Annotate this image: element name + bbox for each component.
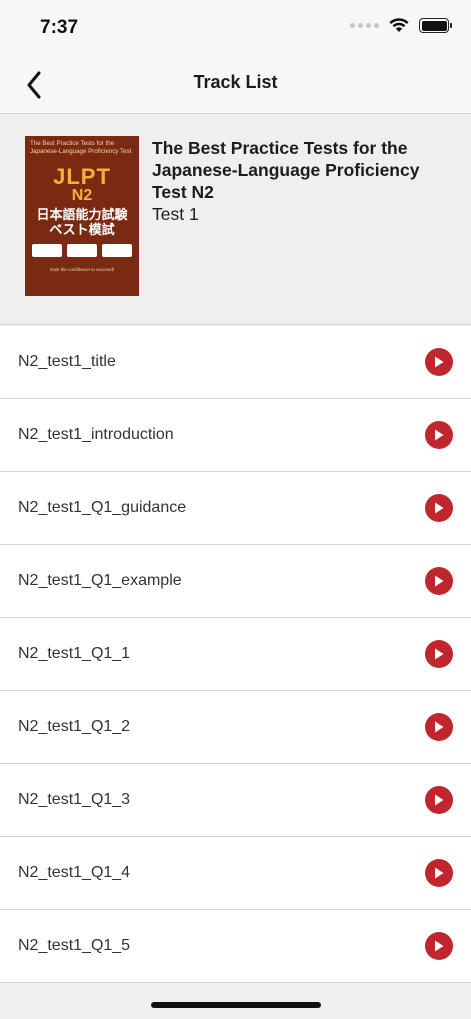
track-name: N2_test1_title bbox=[18, 353, 116, 370]
play-button[interactable] bbox=[425, 348, 453, 376]
play-button[interactable] bbox=[425, 567, 453, 595]
wifi-icon bbox=[389, 18, 409, 32]
book-title: The Best Practice Tests for the Japanese… bbox=[152, 138, 420, 202]
play-icon bbox=[435, 429, 444, 441]
play-button[interactable] bbox=[425, 859, 453, 887]
battery-icon bbox=[419, 18, 452, 33]
cover-level-text: N2 bbox=[71, 187, 93, 204]
status-icons bbox=[350, 18, 452, 33]
track-name: N2_test1_Q1_4 bbox=[18, 864, 131, 881]
play-button[interactable] bbox=[425, 786, 453, 814]
play-icon bbox=[435, 794, 444, 806]
play-icon bbox=[435, 940, 444, 952]
play-icon bbox=[435, 356, 444, 368]
signal-icon bbox=[350, 23, 379, 28]
track-name: N2_test1_Q1_5 bbox=[18, 937, 131, 954]
navigation-bar: Track List bbox=[0, 56, 471, 114]
home-indicator[interactable] bbox=[151, 1002, 321, 1008]
track-row[interactable]: N2_test1_Q1_5 bbox=[0, 910, 471, 983]
play-icon bbox=[435, 502, 444, 514]
track-row[interactable]: N2_test1_Q1_example bbox=[0, 545, 471, 618]
cover-jp-line2: ベスト模試 bbox=[49, 222, 115, 237]
book-header: The Best Practice Tests for the Japanese… bbox=[0, 115, 471, 325]
book-cover-image: The Best Practice Tests for the Japanese… bbox=[25, 136, 139, 296]
track-name: N2_test1_Q1_example bbox=[18, 572, 182, 589]
play-button[interactable] bbox=[425, 932, 453, 960]
track-name: N2_test1_Q1_1 bbox=[18, 645, 131, 662]
track-row[interactable]: N2_test1_Q1_guidance bbox=[0, 472, 471, 545]
cover-footer-text: Gain the confidence to succeed! bbox=[49, 267, 115, 272]
play-button[interactable] bbox=[425, 640, 453, 668]
play-button[interactable] bbox=[425, 713, 453, 741]
track-list: N2_test1_title N2_test1_introduction N2_… bbox=[0, 326, 471, 983]
play-button[interactable] bbox=[425, 494, 453, 522]
cover-jlpt-text: JLPT bbox=[53, 164, 111, 189]
cover-top-text: The Best Practice Tests for the Japanese… bbox=[30, 140, 132, 155]
track-row[interactable]: N2_test1_Q1_1 bbox=[0, 618, 471, 691]
track-row[interactable]: N2_test1_title bbox=[0, 326, 471, 399]
play-button[interactable] bbox=[425, 421, 453, 449]
status-bar: 7:37 bbox=[0, 0, 471, 56]
track-row[interactable]: N2_test1_Q1_2 bbox=[0, 691, 471, 764]
track-row[interactable]: N2_test1_Q1_3 bbox=[0, 764, 471, 837]
status-time: 7:37 bbox=[40, 17, 79, 38]
track-name: N2_test1_Q1_guidance bbox=[18, 499, 187, 516]
page-title: Track List bbox=[193, 72, 278, 92]
track-row[interactable]: N2_test1_Q1_4 bbox=[0, 837, 471, 910]
track-row[interactable]: N2_test1_introduction bbox=[0, 399, 471, 472]
cover-jp-line1: 日本語能力試験 bbox=[36, 207, 128, 222]
play-icon bbox=[435, 867, 444, 879]
track-name: N2_test1_Q1_2 bbox=[18, 718, 131, 735]
play-icon bbox=[435, 648, 444, 660]
book-subtitle: Test 1 bbox=[152, 204, 199, 224]
cover-badges bbox=[25, 244, 139, 257]
play-icon bbox=[435, 575, 444, 587]
track-name: N2_test1_introduction bbox=[18, 426, 174, 443]
play-icon bbox=[435, 721, 444, 733]
track-name: N2_test1_Q1_3 bbox=[18, 791, 131, 808]
